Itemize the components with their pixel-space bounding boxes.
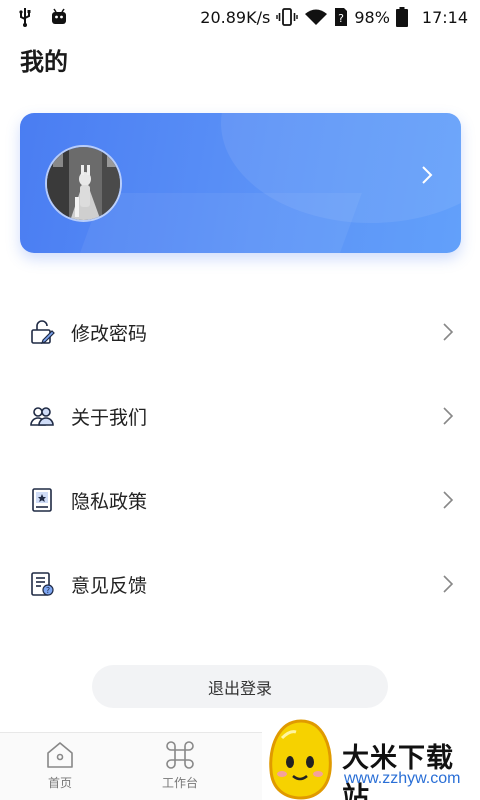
avatar[interactable] — [45, 145, 122, 222]
logout-button[interactable]: 退出登录 — [92, 665, 388, 708]
watermark-url: www.zzhyw.com — [344, 770, 461, 787]
command-icon — [166, 741, 194, 769]
svg-text:?: ? — [338, 12, 344, 25]
menu-item-label: 修改密码 — [71, 322, 148, 345]
mascot-logo — [269, 719, 332, 800]
home-icon — [47, 742, 73, 768]
status-bar: 20.89K/s ? 98% 17:14 — [0, 0, 480, 34]
tab-label: 工作台 — [161, 776, 198, 790]
chevron-right-icon — [443, 491, 454, 509]
menu-item-about-us[interactable]: 关于我们 — [0, 386, 480, 446]
watermark-title: 大米下载站 — [342, 743, 454, 800]
chevron-right-icon — [443, 575, 454, 593]
tab-home[interactable]: 首页 — [20, 739, 100, 799]
svg-text:?: ? — [46, 586, 50, 595]
chevron-right-icon[interactable] — [419, 163, 435, 187]
menu-item-label: 意见反馈 — [71, 574, 148, 597]
android-icon — [50, 8, 68, 26]
chevron-right-icon — [443, 407, 454, 425]
vibrate-icon — [276, 8, 299, 26]
menu-item-label: 关于我们 — [71, 406, 148, 429]
menu-item-feedback[interactable]: ? 意见反馈 — [0, 554, 480, 614]
menu-item-label: 隐私政策 — [71, 490, 148, 513]
watermark: 大米下载站 www.zzhyw.com — [262, 714, 480, 800]
password-edit-icon — [31, 320, 55, 344]
wifi-icon — [304, 8, 328, 26]
network-speed: 20.89K/s — [200, 7, 271, 27]
profile-card[interactable] — [20, 113, 461, 253]
usb-icon — [18, 7, 32, 27]
privacy-doc-icon — [32, 488, 52, 512]
clock: 17:14 — [421, 7, 468, 27]
menu-item-privacy-policy[interactable]: 隐私政策 — [0, 470, 480, 530]
tab-workbench[interactable]: 工作台 — [140, 739, 220, 799]
menu-item-change-password[interactable]: 修改密码 — [0, 302, 480, 362]
people-icon — [30, 407, 54, 426]
page-title: 我的 — [20, 48, 68, 76]
chevron-right-icon — [443, 323, 454, 341]
battery-percent: 98% — [354, 7, 390, 27]
feedback-icon: ? — [31, 572, 54, 596]
no-sim-icon: ? — [334, 7, 348, 27]
tab-label: 首页 — [47, 776, 72, 790]
battery-icon — [395, 7, 408, 27]
